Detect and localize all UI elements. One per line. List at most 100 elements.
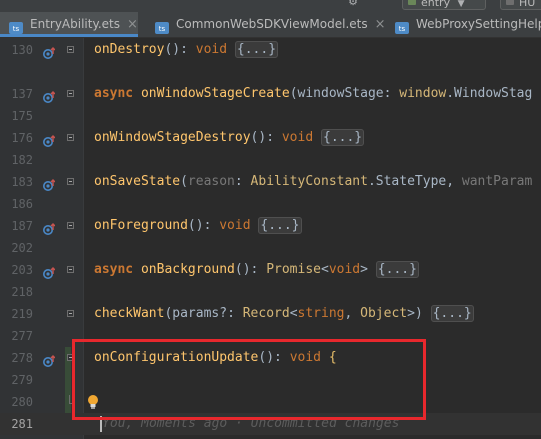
- code-token: .WindowStag: [446, 86, 533, 101]
- folded-code-placeholder[interactable]: {...}: [430, 305, 474, 322]
- folded-code-placeholder[interactable]: {...}: [321, 129, 365, 146]
- overrides-method-icon[interactable]: [43, 44, 56, 59]
- code-token: Record: [242, 306, 290, 321]
- fold-expand-icon[interactable]: [67, 134, 74, 141]
- device-icon: [506, 0, 514, 5]
- fold-expand-icon[interactable]: [67, 178, 74, 185]
- code-token: void: [281, 130, 314, 145]
- line-number: 183: [11, 175, 33, 189]
- overrides-method-icon[interactable]: [43, 176, 56, 191]
- close-icon[interactable]: ×: [375, 17, 386, 32]
- code-token: ():: [250, 130, 282, 145]
- line-number: 186: [11, 197, 33, 211]
- fold-expand-icon[interactable]: [67, 46, 74, 53]
- run-config-selector[interactable]: entry ▼: [402, 0, 486, 10]
- line-number: 187: [11, 219, 33, 233]
- code-token: void: [195, 42, 228, 57]
- code-text: onSaveState(reason: AbilityConstant.Stat…: [94, 171, 532, 193]
- run-config-label: entry: [421, 0, 451, 9]
- code-token: <: [321, 262, 329, 277]
- code-line[interactable]: 202: [0, 237, 541, 259]
- fold-expand-icon[interactable]: [67, 310, 74, 317]
- device-selector[interactable]: HU: [500, 0, 541, 10]
- code-text: onDestroy(): void {...}: [94, 39, 279, 61]
- code-token: checkWant: [94, 306, 165, 321]
- line-number: 279: [11, 373, 33, 387]
- tab-label: WebProxySettingHelpe: [416, 17, 541, 31]
- line-number: 202: [11, 241, 33, 255]
- code-line[interactable]: 176 onWindowStageDestroy(): void {...}: [0, 127, 541, 149]
- overrides-method-icon[interactable]: [43, 220, 56, 235]
- module-icon: [408, 0, 416, 5]
- code-token: window: [399, 86, 447, 101]
- tab-3[interactable]: ts WebProxySettingHelpe: [386, 12, 541, 37]
- code-line[interactable]: 187 onForeground(): void {...}: [0, 215, 541, 237]
- code-token: async: [94, 262, 134, 277]
- fold-expand-icon[interactable]: [67, 266, 74, 273]
- line-number: 176: [11, 131, 33, 145]
- code-token: (windowStage:: [289, 86, 400, 101]
- code-token: ,: [344, 306, 361, 321]
- code-token: reason: [187, 174, 235, 189]
- line-number: 175: [11, 109, 33, 123]
- line-number: 219: [11, 307, 33, 321]
- code-token: void: [219, 218, 251, 233]
- close-icon[interactable]: ×: [127, 17, 138, 32]
- tab-1[interactable]: ts EntryAbility.ets ×: [0, 12, 138, 37]
- line-number: 281: [11, 417, 33, 431]
- highlight-annotation-box: [72, 339, 426, 420]
- fold-expand-icon[interactable]: [67, 222, 74, 229]
- method-marker-icon[interactable]: [43, 308, 55, 320]
- code-text: onForeground(): void {...}: [94, 215, 302, 237]
- folded-code-placeholder[interactable]: {...}: [375, 261, 419, 278]
- code-token: onWindowStageDestroy: [94, 130, 251, 145]
- ets-file-icon: ts: [9, 18, 23, 34]
- line-number: 277: [11, 329, 33, 343]
- code-editor[interactable]: 130 onDestroy(): void {...} 137 async onWin…: [0, 38, 541, 439]
- code-token: (: [180, 174, 188, 189]
- overrides-method-icon[interactable]: [43, 352, 56, 367]
- overrides-method-icon[interactable]: [43, 132, 56, 147]
- code-line[interactable]: 175: [0, 105, 541, 127]
- line-number: 182: [11, 153, 33, 167]
- code-token: ():: [234, 262, 267, 277]
- settings-icon[interactable]: ⚙: [347, 0, 359, 8]
- code-line[interactable]: 182: [0, 149, 541, 171]
- code-line[interactable]: 218: [0, 281, 541, 303]
- tab-label: CommonWebSDKViewModel.ets: [176, 17, 368, 31]
- chevron-down-icon: ▼: [457, 0, 465, 9]
- folded-code-placeholder[interactable]: {...}: [258, 217, 302, 234]
- overrides-method-icon[interactable]: [43, 88, 56, 103]
- code-text: checkWant(params?: Record<string, Object…: [94, 303, 474, 325]
- tab-2[interactable]: ts CommonWebSDKViewModel.ets ×: [146, 12, 386, 37]
- svg-text:ts: ts: [399, 25, 406, 33]
- code-token: string: [297, 306, 345, 321]
- code-token: async: [94, 86, 134, 101]
- code-line[interactable]: [0, 61, 541, 83]
- ets-file-icon: ts: [155, 18, 169, 34]
- code-token: onBackground: [140, 262, 235, 277]
- code-line[interactable]: 186: [0, 193, 541, 215]
- code-token: (params?:: [164, 306, 243, 321]
- code-token: :: [234, 174, 251, 189]
- folded-code-placeholder[interactable]: {...}: [234, 41, 279, 58]
- line-number: 203: [11, 263, 33, 277]
- code-line[interactable]: 137 async onWindowStageCreate(windowStage…: [0, 83, 541, 105]
- overrides-method-icon[interactable]: [43, 264, 56, 279]
- tab-label: EntryAbility.ets: [30, 17, 121, 31]
- code-line[interactable]: 219 checkWant(params?: Record<string, Obj…: [0, 303, 541, 325]
- code-token: .StateType,: [367, 174, 462, 189]
- line-number: [0, 61, 33, 83]
- code-token: onWindowStageCreate: [140, 86, 290, 101]
- line-number: 280: [11, 395, 33, 409]
- code-line[interactable]: 183 onSaveState(reason: AbilityConstant.S…: [0, 171, 541, 193]
- device-label: HU: [519, 0, 536, 9]
- code-token: void: [328, 262, 361, 277]
- fold-expand-icon[interactable]: [67, 90, 74, 97]
- code-line[interactable]: 203 async onBackground(): Promise<void> {…: [0, 259, 541, 281]
- code-line[interactable]: 130 onDestroy(): void {...}: [0, 39, 541, 61]
